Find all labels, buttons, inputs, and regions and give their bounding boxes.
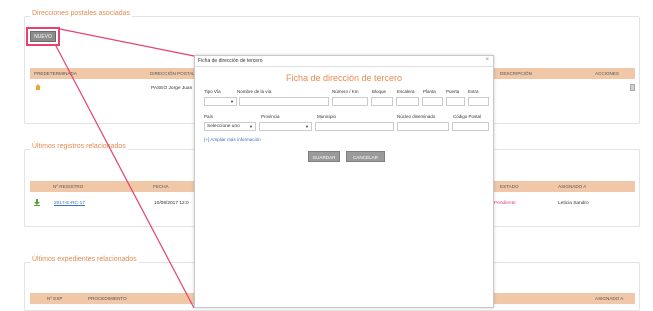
label-nombre-via: Nombre de la vía <box>237 89 272 94</box>
planta-input[interactable] <box>422 97 443 106</box>
tipo-via-select[interactable]: ▼ <box>204 97 237 106</box>
label-extra: Extra <box>468 89 479 94</box>
cancel-button[interactable]: CANCELAR <box>346 151 385 162</box>
more-info-link[interactable]: [+] Ampliar más información <box>204 137 261 142</box>
label-nucleo: Núcleo diseminado <box>397 114 436 119</box>
registros-legend: Últimos registros relacionados <box>30 143 128 150</box>
col-descripcion: DESCRIPCIÓN <box>500 71 532 76</box>
chevron-down-icon: ▼ <box>305 124 309 129</box>
label-numero: Número / Km <box>332 89 359 94</box>
highlight-frame <box>26 27 60 46</box>
registro-assigned: Leticia Sandro <box>558 201 589 206</box>
save-button[interactable]: GUARDAR <box>308 151 340 162</box>
registro-state: Pendiente <box>494 201 516 206</box>
escalera-input[interactable] <box>396 97 419 106</box>
municipio-input[interactable] <box>315 122 394 131</box>
col-direccion: DIRECCIÓN POSTAL <box>150 71 195 76</box>
delete-icon[interactable] <box>630 84 635 91</box>
nombre-via-input[interactable] <box>239 97 329 106</box>
dialog-divider <box>195 66 493 67</box>
close-icon[interactable]: × <box>485 57 489 63</box>
label-pais: País <box>204 114 214 119</box>
registro-number-link[interactable]: 2017-E-RC-17 <box>54 201 85 206</box>
label-tipo-via: Tipo Vía <box>204 89 221 94</box>
codigo-postal-input[interactable] <box>452 122 489 131</box>
col-estado: ESTADO <box>500 184 519 189</box>
extra-input[interactable] <box>468 97 489 106</box>
col-exp-asignado: ASIGNADO A <box>595 296 624 301</box>
col-fecha: FECHA <box>153 184 169 189</box>
col-exp: Nº EXP <box>47 296 63 301</box>
puerta-input[interactable] <box>446 97 465 106</box>
col-acciones: ACCIONES <box>595 71 619 76</box>
expedientes-legend: Últimos expedientes relacionados <box>30 256 139 263</box>
col-predeterminada: PREDETERMINADA <box>34 71 77 76</box>
direccion-cell: PASEO Jorge Juan <box>151 86 193 91</box>
col-asignado: ASIGNADO A <box>558 184 587 189</box>
chevron-down-icon: ▼ <box>249 124 253 129</box>
registro-date: 10/08/2017 12:0 <box>154 201 189 206</box>
pais-select[interactable]: Seleccione uno ▼ <box>204 122 256 131</box>
direcciones-legend: Direcciones postales asociadas <box>30 10 133 17</box>
address-dialog: Ficha de dirección de tercero × Ficha de… <box>194 55 494 308</box>
col-registro: Nº REGISTRO <box>53 184 84 189</box>
download-icon[interactable] <box>34 199 40 206</box>
label-puerta: Puerta <box>446 89 460 94</box>
label-planta: Planta <box>423 89 436 94</box>
label-codigo-postal: Código Postal <box>453 114 482 119</box>
label-bloque: Bloque <box>372 89 387 94</box>
label-escalera: Escalera <box>397 89 415 94</box>
bloque-input[interactable] <box>371 97 393 106</box>
nucleo-input[interactable] <box>397 122 449 131</box>
provincia-select[interactable]: ▼ <box>259 122 312 131</box>
pais-value: Seleccione uno <box>207 124 240 129</box>
col-procedimiento: PROCEDIMIENTO <box>88 296 127 301</box>
chevron-down-icon: ▼ <box>230 99 234 104</box>
home-icon[interactable] <box>35 84 41 90</box>
dialog-heading: Ficha de dirección de tercero <box>285 73 403 83</box>
label-municipio: Municipio <box>317 114 337 119</box>
dialog-window-title: Ficha de dirección de tercero <box>198 58 263 64</box>
numero-input[interactable] <box>332 97 368 106</box>
label-provincia: Provincia <box>261 114 280 119</box>
